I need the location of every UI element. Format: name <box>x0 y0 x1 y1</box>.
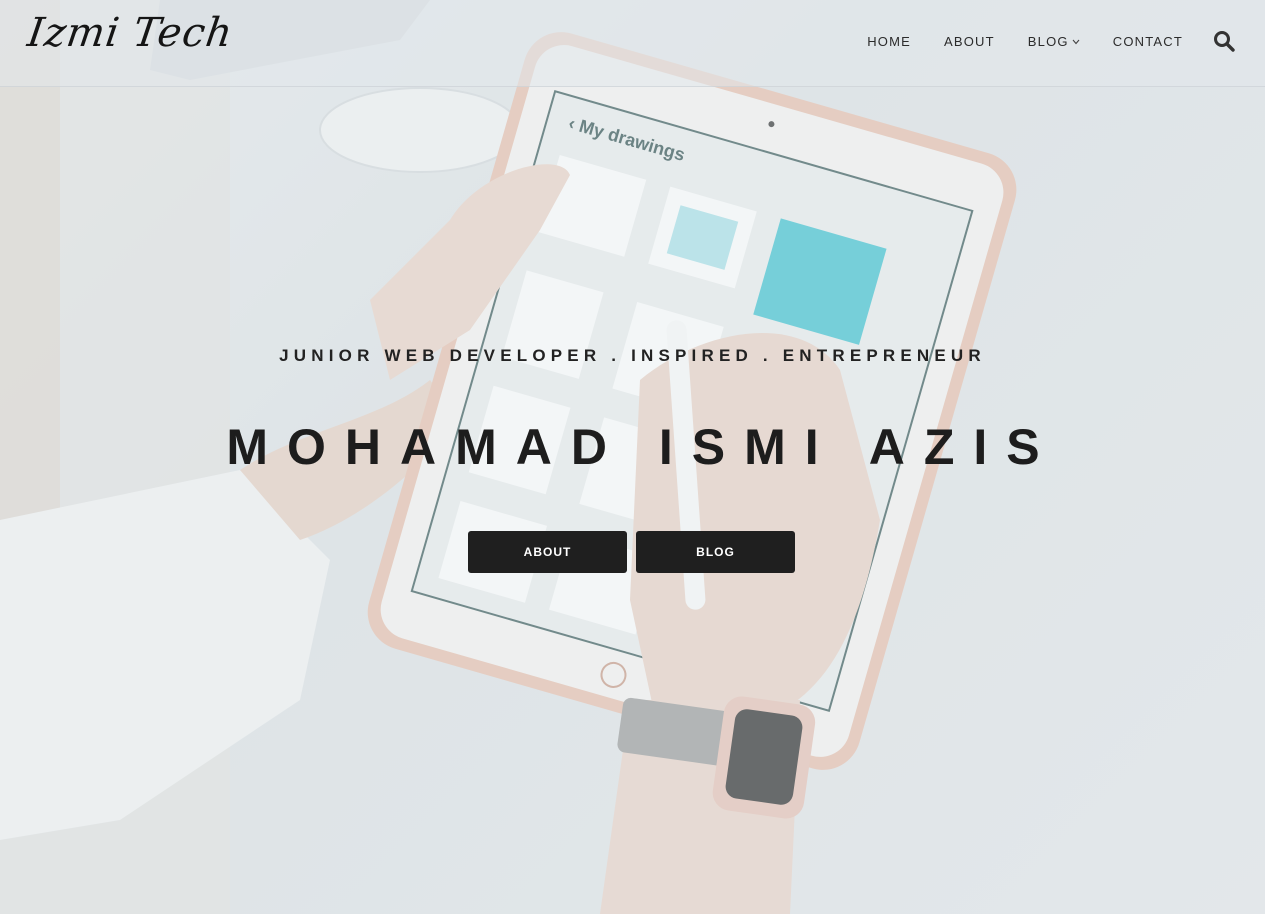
hero-name: MOHAMAD ISMI AZIS <box>226 419 1059 475</box>
nav-contact[interactable]: CONTACT <box>1113 34 1183 49</box>
nav-contact-label: CONTACT <box>1112 34 1183 49</box>
blog-button[interactable]: BLOG <box>636 531 795 573</box>
main-nav: HOME ABOUT BLOG CONTACT <box>834 34 1183 49</box>
hero-section: ‹ My drawings Izmi Tech HOME ABOUT BLOG … <box>0 0 1265 914</box>
nav-blog[interactable]: BLOG <box>1028 34 1080 49</box>
hero-cta-row: ABOUT BLOG <box>468 531 795 573</box>
search-icon <box>1214 31 1235 52</box>
nav-home-label: HOME <box>867 34 911 49</box>
nav-blog-label: BLOG <box>1027 34 1069 49</box>
nav-about[interactable]: ABOUT <box>944 34 995 49</box>
nav-about-label: ABOUT <box>944 34 995 49</box>
site-logo[interactable]: Izmi Tech <box>25 10 236 56</box>
site-header: Izmi Tech HOME ABOUT BLOG CONTACT <box>0 0 1265 87</box>
chevron-down-icon <box>1072 37 1080 47</box>
nav-home[interactable]: HOME <box>867 34 911 49</box>
hero-tagline: JUNIOR WEB DEVELOPER . INSPIRED . ENTREP… <box>279 346 986 365</box>
about-button[interactable]: ABOUT <box>468 531 627 573</box>
search-button[interactable] <box>1213 30 1235 52</box>
